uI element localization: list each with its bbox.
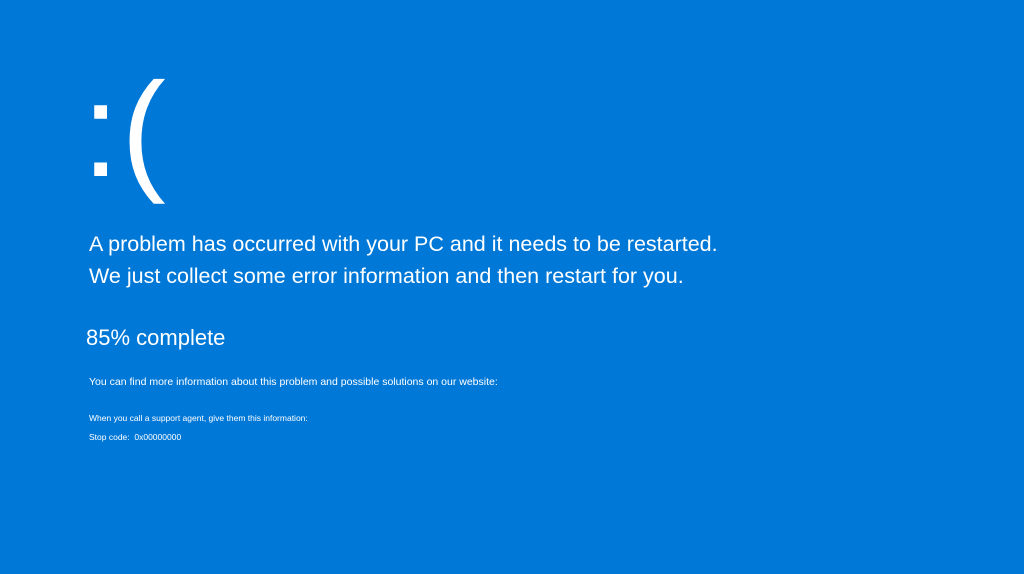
stop-code-line: Stop code: 0x00000000: [89, 432, 181, 443]
error-message-line-2: We just collect some error information a…: [89, 264, 684, 288]
blue-screen: :( A problem has occurred with your PC a…: [0, 0, 1024, 574]
support-agent-text: When you call a support agent, give them…: [89, 413, 308, 423]
sad-face-emoticon: :(: [82, 56, 168, 205]
error-message-line-1: A problem has occurred with your PC and …: [89, 232, 718, 256]
website-info-text: You can find more information about this…: [89, 376, 498, 388]
stop-code-label: Stop code:: [89, 432, 130, 442]
progress-status: 85% complete: [86, 325, 226, 350]
stop-code-value: 0x00000000: [134, 432, 182, 442]
error-message: A problem has occurred with your PC and …: [89, 228, 718, 292]
